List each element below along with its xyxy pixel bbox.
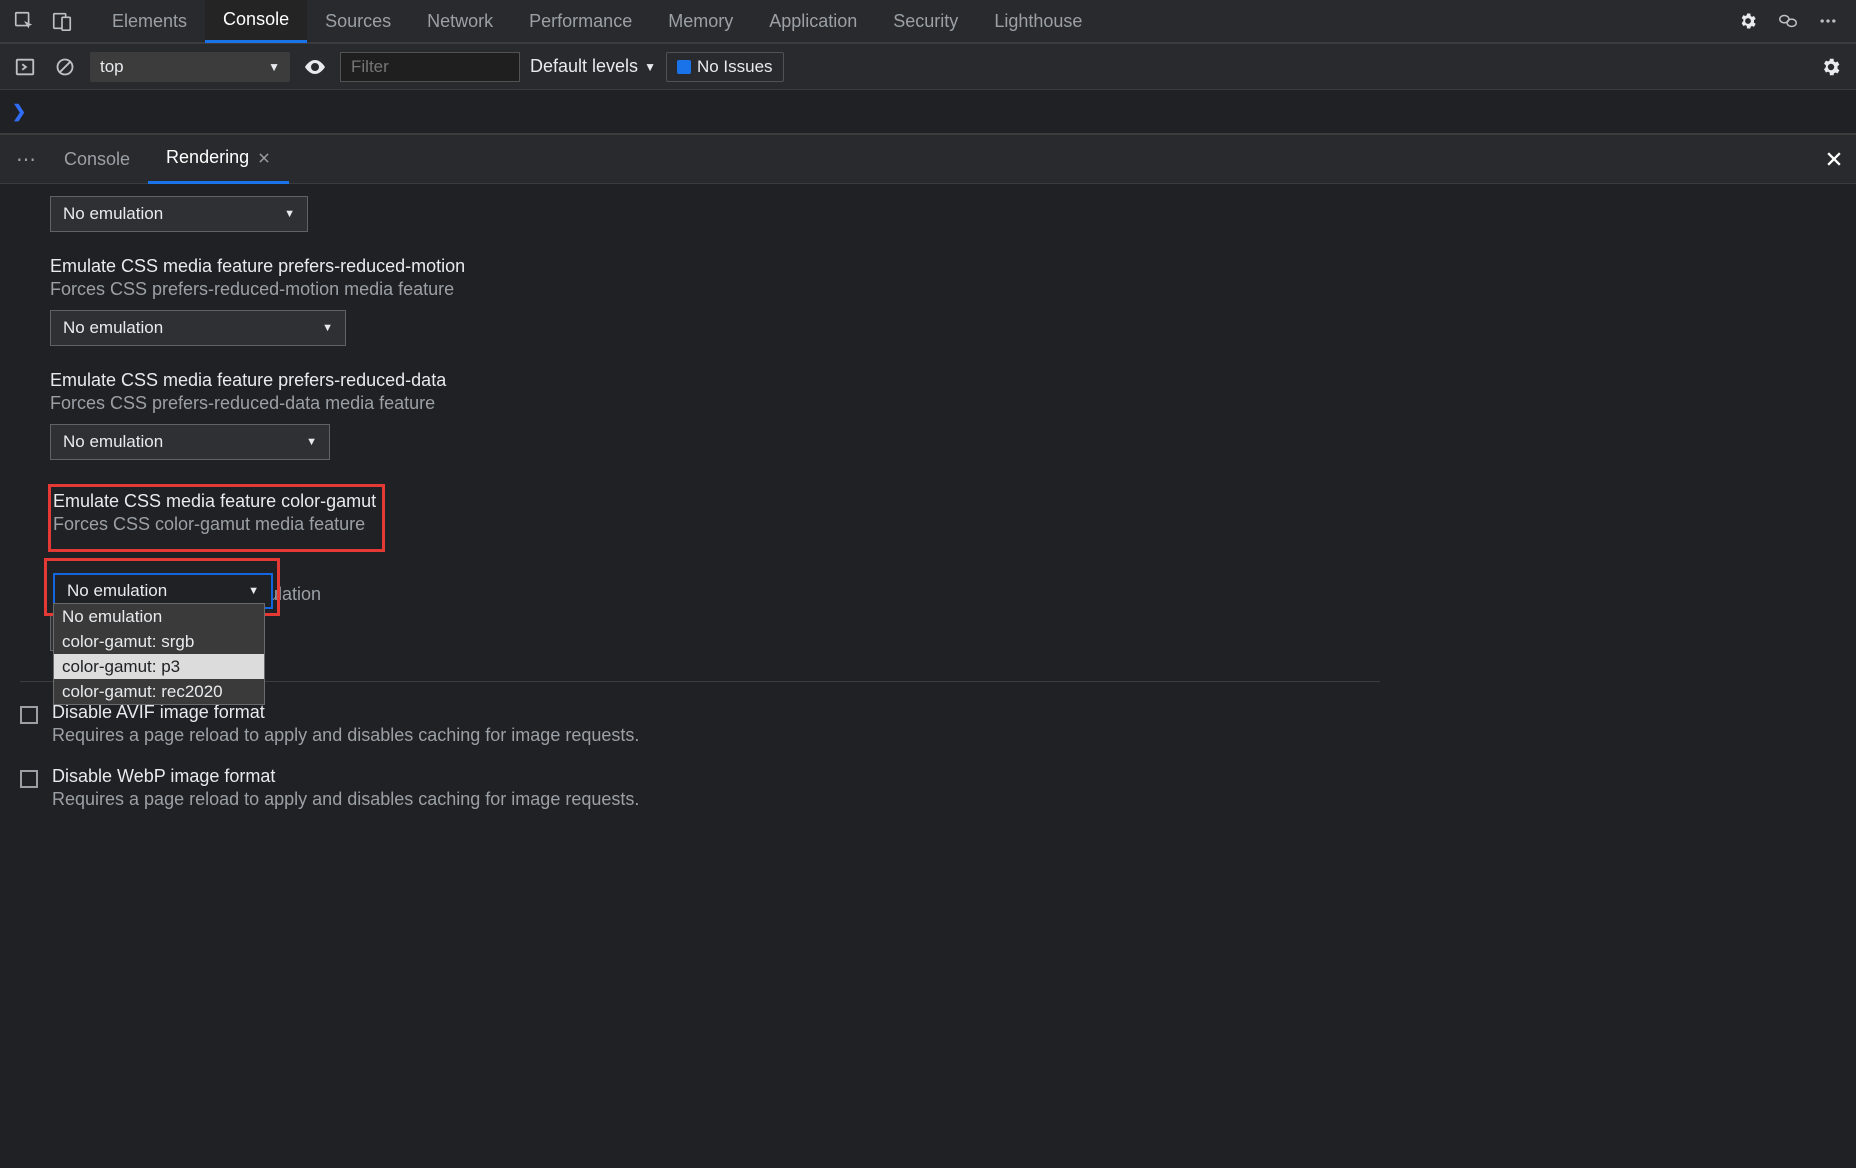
select-value: No emulation bbox=[63, 204, 163, 224]
issues-button[interactable]: No Issues bbox=[666, 52, 784, 82]
clear-console-icon[interactable] bbox=[50, 52, 80, 82]
disable-avif-checkbox[interactable] bbox=[20, 706, 38, 724]
tab-lighthouse[interactable]: Lighthouse bbox=[976, 0, 1100, 43]
close-tab-icon[interactable] bbox=[257, 151, 271, 165]
check-subtitle: Requires a page reload to apply and disa… bbox=[52, 725, 639, 746]
tab-memory[interactable]: Memory bbox=[650, 0, 751, 43]
drawer-tab-rendering[interactable]: Rendering bbox=[148, 134, 289, 184]
drawer-tab-label: Console bbox=[64, 149, 130, 170]
console-filter-input[interactable] bbox=[340, 52, 520, 82]
tab-network[interactable]: Network bbox=[409, 0, 511, 43]
select-value: No emulation bbox=[63, 432, 163, 452]
prefers-reduced-data-group: Emulate CSS media feature prefers-reduce… bbox=[50, 370, 1360, 460]
orphan-select-group: No emulation ▼ bbox=[50, 196, 1360, 232]
select-value: No emulation bbox=[67, 581, 167, 601]
check-title: Disable AVIF image format bbox=[52, 702, 639, 723]
color-gamut-option[interactable]: color-gamut: rec2020 bbox=[54, 679, 264, 704]
disable-webp-checkbox[interactable] bbox=[20, 770, 38, 788]
tab-security[interactable]: Security bbox=[875, 0, 976, 43]
chevron-down-icon: ▼ bbox=[644, 60, 656, 74]
emulation-select[interactable]: No emulation ▼ bbox=[50, 196, 308, 232]
drawer-tabbar: ⋯ Console Rendering bbox=[0, 134, 1856, 184]
tab-performance[interactable]: Performance bbox=[511, 0, 650, 43]
issues-label: No Issues bbox=[697, 57, 773, 77]
more-menu-icon[interactable] bbox=[1812, 5, 1844, 37]
group-title: Emulate CSS media feature prefers-reduce… bbox=[50, 370, 1360, 391]
device-toggle-icon[interactable] bbox=[46, 5, 78, 37]
execution-context-select[interactable]: top ▼ bbox=[90, 52, 290, 82]
prefers-reduced-motion-group: Emulate CSS media feature prefers-reduce… bbox=[50, 256, 1360, 346]
console-settings-gear-icon[interactable] bbox=[1816, 52, 1846, 82]
levels-label: Default levels bbox=[530, 56, 638, 77]
rendering-panel: No emulation ▼ Emulate CSS media feature… bbox=[0, 184, 1856, 1168]
inspect-element-icon[interactable] bbox=[8, 5, 40, 37]
console-prompt[interactable]: ❯ bbox=[0, 90, 1856, 134]
console-toolbar: top ▼ Default levels ▼ No Issues bbox=[0, 44, 1856, 90]
log-levels-select[interactable]: Default levels ▼ bbox=[530, 56, 656, 77]
drawer-more-icon[interactable]: ⋯ bbox=[8, 147, 46, 172]
color-gamut-option[interactable]: color-gamut: srgb bbox=[54, 629, 264, 654]
devtools-top-tabs: Elements Console Sources Network Perform… bbox=[0, 0, 1856, 44]
tab-elements[interactable]: Elements bbox=[94, 0, 205, 43]
disable-webp-row: Disable WebP image format Requires a pag… bbox=[20, 766, 1360, 810]
highlight-box: Emulate CSS media feature color-gamut Fo… bbox=[48, 484, 385, 552]
toggle-sidebar-icon[interactable] bbox=[10, 52, 40, 82]
highlight-box: No emulation ▼ No emulation color-gamut:… bbox=[44, 558, 280, 616]
chevron-down-icon: ▼ bbox=[322, 322, 333, 334]
close-drawer-icon[interactable] bbox=[1824, 149, 1844, 169]
live-expression-eye-icon[interactable] bbox=[300, 52, 330, 82]
color-gamut-dropdown: No emulation color-gamut: srgb color-gam… bbox=[53, 603, 265, 705]
drawer-tab-console[interactable]: Console bbox=[46, 134, 148, 184]
color-gamut-option[interactable]: color-gamut: p3 bbox=[54, 654, 264, 679]
tab-application[interactable]: Application bbox=[751, 0, 875, 43]
chevron-down-icon: ▼ bbox=[268, 60, 280, 74]
tab-sources[interactable]: Sources bbox=[307, 0, 409, 43]
check-subtitle: Requires a page reload to apply and disa… bbox=[52, 789, 639, 810]
tab-console[interactable]: Console bbox=[205, 0, 307, 43]
drawer-tab-label: Rendering bbox=[166, 147, 249, 168]
prefers-reduced-motion-select[interactable]: No emulation ▼ bbox=[50, 310, 346, 346]
group-subtitle: Forces CSS color-gamut media feature bbox=[53, 514, 376, 535]
chevron-down-icon: ▼ bbox=[248, 585, 259, 597]
color-gamut-option[interactable]: No emulation bbox=[54, 604, 264, 629]
group-title: Emulate CSS media feature color-gamut bbox=[53, 491, 376, 512]
group-subtitle: Forces CSS prefers-reduced-motion media … bbox=[50, 279, 1360, 300]
group-subtitle: Forces CSS prefers-reduced-data media fe… bbox=[50, 393, 1360, 414]
prompt-chevron-icon: ❯ bbox=[12, 102, 26, 122]
issues-bubble-icon bbox=[677, 60, 691, 74]
disable-avif-row: Disable AVIF image format Requires a pag… bbox=[20, 702, 1360, 746]
chevron-down-icon: ▼ bbox=[284, 208, 295, 220]
chevron-down-icon: ▼ bbox=[306, 436, 317, 448]
settings-gear-icon[interactable] bbox=[1732, 5, 1764, 37]
context-label: top bbox=[100, 57, 124, 77]
check-title: Disable WebP image format bbox=[52, 766, 639, 787]
color-gamut-group: Emulate CSS media feature color-gamut Fo… bbox=[50, 484, 1360, 651]
more-tools-icon[interactable] bbox=[1772, 5, 1804, 37]
select-value: No emulation bbox=[63, 318, 163, 338]
prefers-reduced-data-select[interactable]: No emulation ▼ bbox=[50, 424, 330, 460]
group-title: Emulate CSS media feature prefers-reduce… bbox=[50, 256, 1360, 277]
